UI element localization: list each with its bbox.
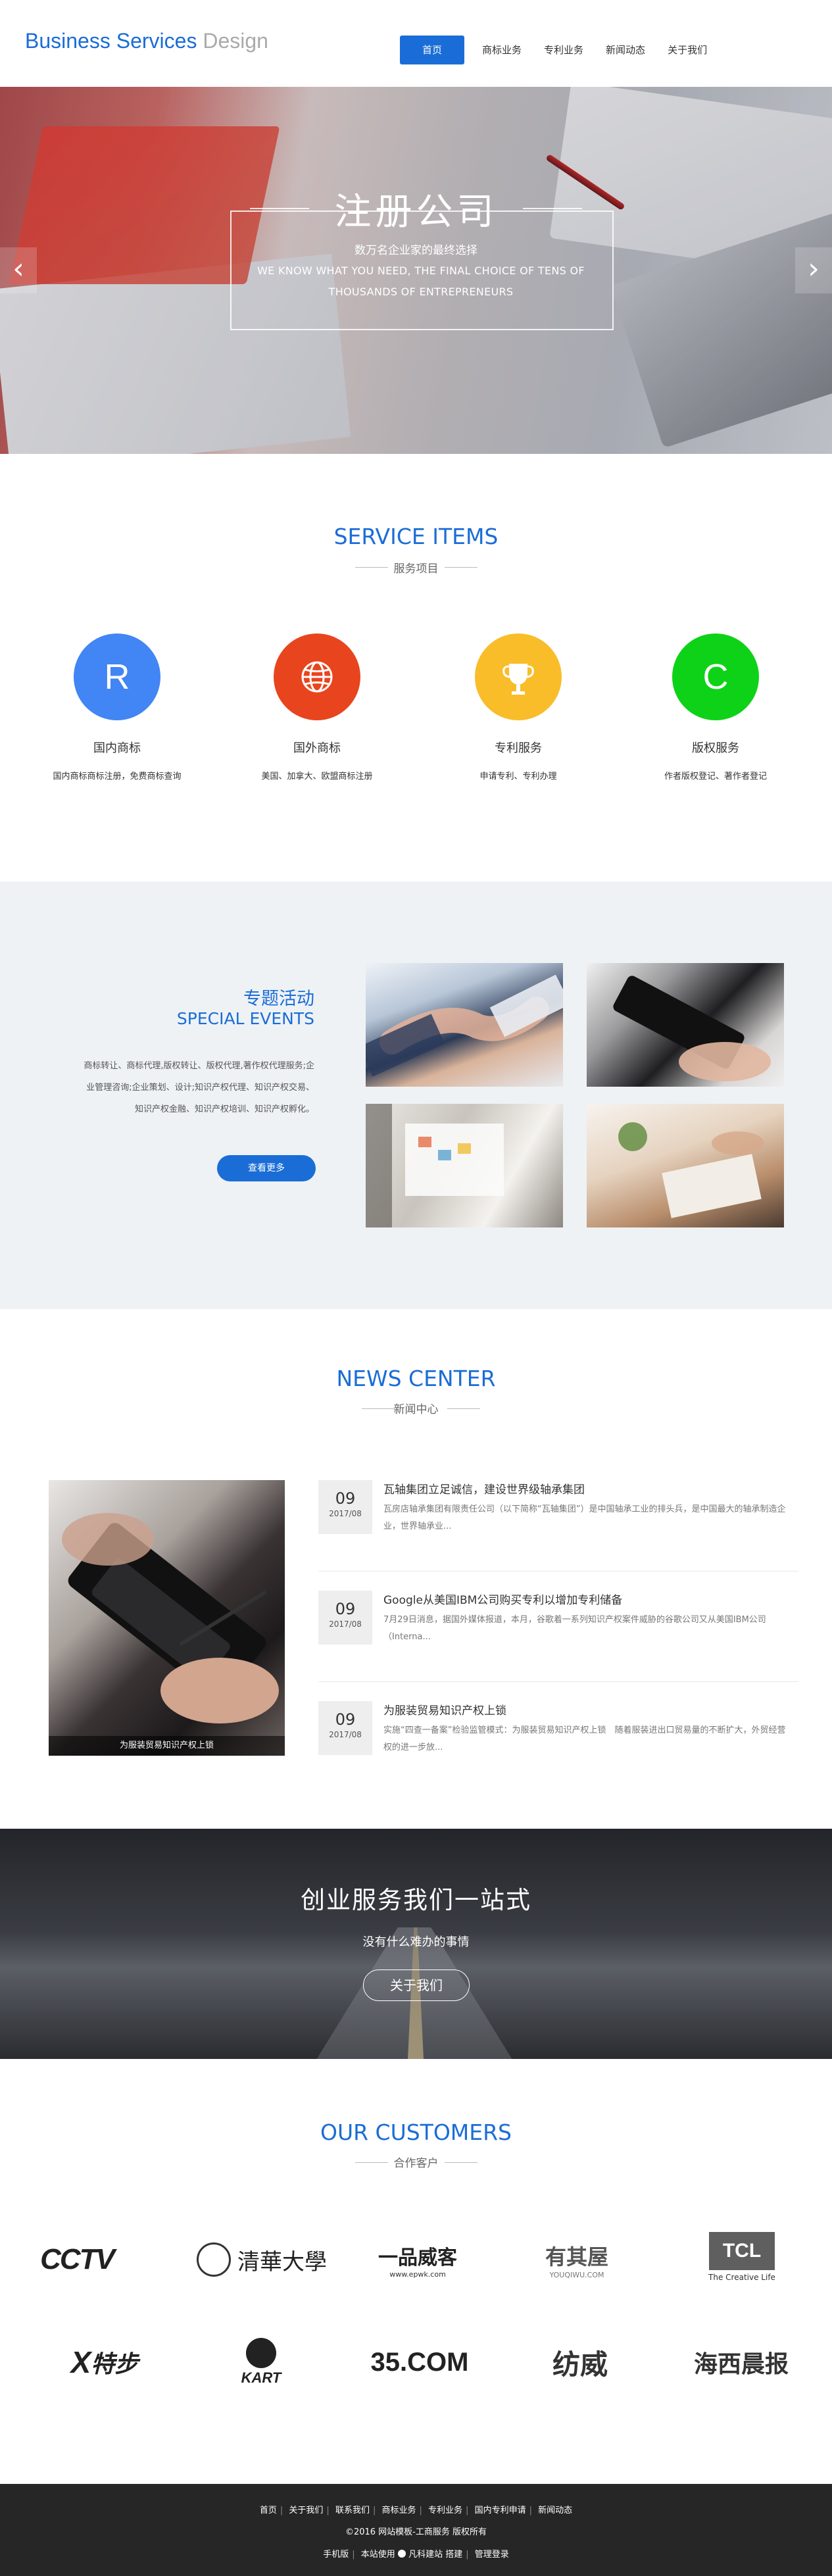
news-date: 09 2017/08	[318, 1701, 372, 1755]
nav-about[interactable]: 关于我们	[656, 36, 718, 64]
news-title: NEWS CENTER	[336, 1366, 496, 1391]
footer-links: 首页 | 关于我们 | 联系我们 | 商标业务 | 专利业务 | 国内专利申请 | 新闻动态	[259, 2506, 573, 2515]
xtep-logo[interactable]: X 特步	[29, 2333, 180, 2392]
service-desc: 作者版权登记、著作者登记	[664, 772, 767, 781]
service-card-foreign[interactable]: 国外商标 美国、加拿大、欧盟商标注册	[218, 633, 416, 781]
tsinghua-logo[interactable]: 清華大學	[186, 2230, 337, 2289]
cctv-logo[interactable]: CCTV	[1, 2230, 153, 2289]
news-date: 09 2017/08	[318, 1480, 372, 1534]
banner-english-text: WE KNOW WHAT YOU NEED, THE FINAL CHOICE …	[257, 264, 585, 298]
news-item[interactable]: 09 2017/08 瓦轴集团立足诚信，建设世界级轴承集团 瓦房店轴承集团有限责…	[318, 1480, 798, 1591]
news-item[interactable]: 09 2017/08 Google从美国IBM公司购买专利以增加专利储备 7月2…	[318, 1591, 798, 1701]
news-item[interactable]: 09 2017/08 为服装贸易知识产权上锁 实施“四查一备案”检验监管模式：为…	[318, 1701, 798, 1812]
haixi-logo[interactable]: 海西晨报	[666, 2333, 817, 2392]
about-us-button[interactable]: 关于我们	[363, 1969, 470, 2001]
service-name: 国外商标	[293, 741, 341, 755]
nav-news[interactable]: 新闻动态	[595, 36, 656, 64]
banner-subtitle: 数万名企业家的最终选择	[355, 244, 477, 257]
footer-link-domestic-patent[interactable]: 国内专利申请	[475, 2506, 526, 2515]
footer-bottom-bar: 手机版 | 本站使用 凡科建站 搭建 | 管理登录	[323, 2550, 509, 2560]
cta-banner: 创业服务我们一站式 没有什么难办的事情 关于我们	[0, 1829, 832, 2059]
news-title-link[interactable]: 为服装贸易知识产权上锁	[383, 1701, 791, 1718]
service-desc: 申请专利、专利办理	[479, 772, 557, 781]
news-summary: 7月29日消息，据国外媒体报道，本月，谷歌着一系列知识产权案件威胁的谷歌公司又从…	[383, 1615, 766, 1642]
news-date: 09 2017/08	[318, 1591, 372, 1645]
event-photo-tablet[interactable]	[587, 963, 784, 1087]
cta-title: 创业服务我们一站式	[301, 1886, 531, 1914]
globe-icon	[274, 633, 360, 720]
service-name: 国内商标	[93, 741, 141, 755]
news-summary: 实施“四查一备案”检验监管模式：为服装贸易知识产权上锁 随着服装进出口贸易量的不…	[383, 1725, 786, 1752]
service-desc: 美国、加拿大、欧盟商标注册	[261, 772, 373, 781]
35com-logo[interactable]: 35.COM	[344, 2333, 495, 2392]
footer-link-news[interactable]: 新闻动态	[538, 2506, 572, 2515]
fanke-link[interactable]: 凡科建站	[408, 2550, 443, 2560]
footer-copyright: ©2016 网站模板-工商服务 版权所有	[345, 2527, 487, 2537]
customers-title: OUR CUSTOMERS	[320, 2119, 512, 2145]
tsinghua-seal-icon	[197, 2242, 231, 2277]
kart-emblem-icon	[246, 2338, 276, 2368]
banner-title: 注册公司	[334, 191, 498, 234]
nav-patent[interactable]: 专利业务	[533, 36, 595, 64]
footer-link-trademark[interactable]: 商标业务	[381, 2506, 416, 2515]
event-photo-handshake[interactable]	[366, 963, 563, 1087]
main-nav: 首页 商标业务 专利业务 新闻动态 关于我们	[400, 36, 718, 64]
news-subtitle: 新闻中心	[393, 1403, 439, 1416]
service-card-domestic[interactable]: R 国内商标 国内商标商标注册，免费商标查询	[18, 633, 216, 781]
logo-text-blue: Business Services	[25, 29, 197, 53]
news-title-link[interactable]: 瓦轴集团立足诚信，建设世界级轴承集团	[383, 1480, 791, 1497]
special-events-section: 专题活动 SPECIAL EVENTS 商标转让、商标代理,版权转让、版权代理,…	[0, 881, 832, 1309]
epwk-logo[interactable]: 一品威客 www.epwk.com	[342, 2230, 493, 2289]
event-photo-whiteboard[interactable]	[366, 1104, 563, 1227]
nav-trademark[interactable]: 商标业务	[471, 36, 533, 64]
services-title: SERVICE ITEMS	[333, 524, 499, 549]
youqiwu-logo[interactable]: 有其屋 YOUQIWU.COM	[501, 2230, 652, 2289]
kart-logo[interactable]: KART	[185, 2333, 337, 2392]
logo-text-gray: Design	[203, 29, 268, 53]
view-more-button[interactable]: 查看更多	[217, 1155, 316, 1181]
footer-link-patent[interactable]: 专利业务	[428, 2506, 462, 2515]
footer-link-contact[interactable]: 联系我们	[335, 2506, 370, 2515]
banner-prev-arrow-icon[interactable]: ‹	[0, 247, 37, 293]
services-subtitle: 服务项目	[393, 562, 439, 576]
news-summary: 瓦房店轴承集团有限责任公司（以下简称“瓦轴集团”）是中国轴承工业的排头兵，是中国…	[383, 1504, 786, 1531]
customers-subtitle: 合作客户	[393, 2157, 439, 2170]
news-featured-image[interactable]: 为服装贸易知识产权上锁	[49, 1480, 285, 1756]
fanke-logo-icon	[397, 2550, 406, 2558]
footer-link-about[interactable]: 关于我们	[289, 2506, 323, 2515]
hero-banner: 注册公司 数万名企业家的最终选择 WE KNOW WHAT YOU NEED, …	[0, 87, 832, 454]
news-title-link[interactable]: Google从美国IBM公司购买专利以增加专利储备	[383, 1591, 791, 1607]
cta-subtitle: 没有什么难办的事情	[362, 1935, 470, 1949]
site-header: Business Services Design 首页 商标业务 专利业务 新闻…	[0, 0, 832, 87]
registered-icon: R	[74, 633, 160, 720]
footer-link-home[interactable]: 首页	[260, 2506, 277, 2515]
nav-home[interactable]: 首页	[400, 36, 465, 64]
banner-next-arrow-icon[interactable]: ›	[795, 247, 832, 293]
event-photo-desk[interactable]	[587, 1104, 784, 1227]
events-title-en: SPECIAL EVENTS	[176, 1009, 314, 1028]
service-name: 版权服务	[692, 741, 739, 755]
events-description: 商标转让、商标代理,版权转让、版权代理,著作权代理服务;企业管理咨询;企业策划、…	[84, 1061, 314, 1114]
service-card-copyright[interactable]: C 版权服务 作者版权登记、著作者登记	[617, 633, 814, 781]
site-logo[interactable]: Business Services Design	[25, 29, 268, 53]
service-card-patent[interactable]: 专利服务 申请专利、专利办理	[420, 633, 617, 781]
events-title-cn: 专题活动	[243, 989, 314, 1009]
copyright-icon: C	[672, 633, 759, 720]
trophy-icon	[475, 633, 562, 720]
site-footer: 首页 | 关于我们 | 联系我们 | 商标业务 | 专利业务 | 国内专利申请 | 新闻动态…	[0, 2484, 832, 2576]
tcl-logo[interactable]: TCL The Creative Life	[666, 2227, 818, 2287]
service-name: 专利服务	[495, 741, 542, 755]
mobile-version-link[interactable]: 手机版	[323, 2550, 349, 2560]
service-desc: 国内商标商标注册，免费商标查询	[53, 772, 182, 781]
fangwei-logo[interactable]: 纺威	[504, 2333, 656, 2392]
admin-login-link[interactable]: 管理登录	[475, 2550, 509, 2560]
news-image-caption: 为服装贸易知识产权上锁	[49, 1736, 285, 1756]
